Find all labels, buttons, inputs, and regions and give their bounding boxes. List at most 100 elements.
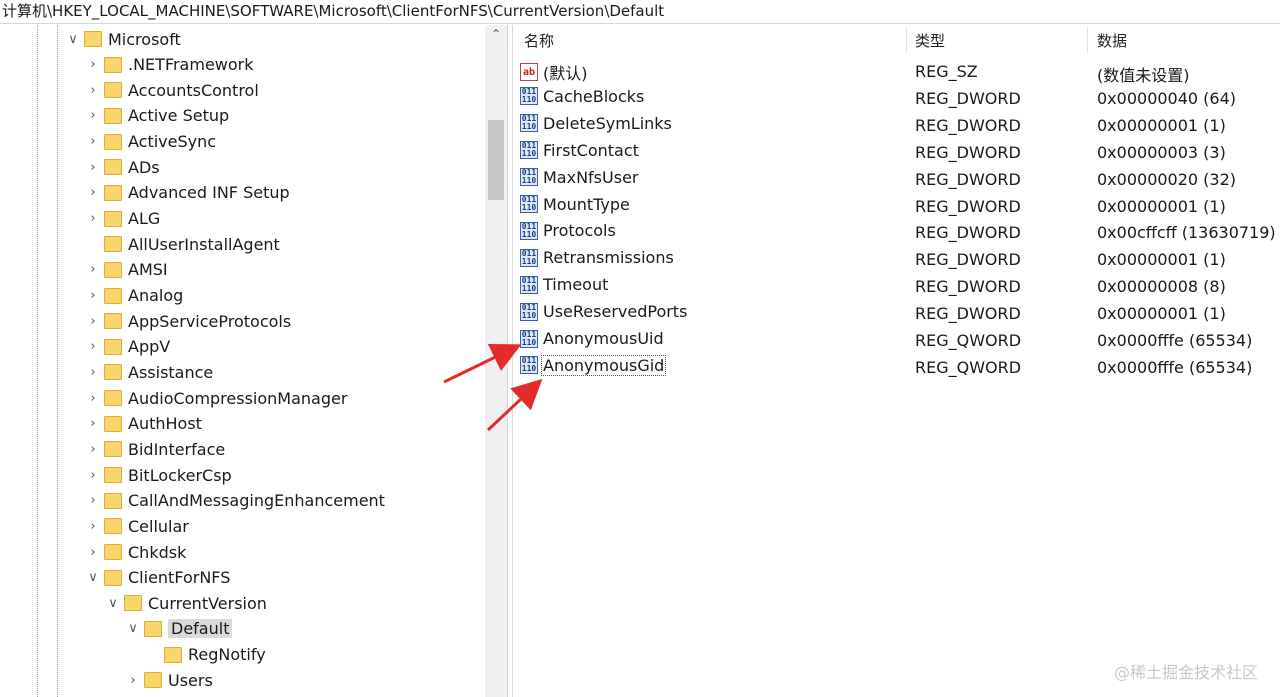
folder-icon: [104, 261, 122, 278]
value-row[interactable]: 011 110 AnonymousUid REG_QWORD 0x0000fffe (6…: [520, 327, 1280, 354]
value-name: 011 110 Retransmissions: [520, 248, 675, 267]
chevron-right-icon[interactable]: ›: [126, 673, 140, 688]
tree-node[interactable]: ∨ Default: [126, 617, 233, 641]
tree-node[interactable]: › Advanced INF Setup: [86, 181, 290, 205]
tree-scrollbar[interactable]: ⌃: [485, 25, 507, 697]
value-row[interactable]: ab (默认) REG_SZ (数值未设置): [520, 58, 1280, 85]
chevron-right-icon[interactable]: ›: [86, 83, 100, 98]
tree-node[interactable]: › BitLockerCsp: [86, 463, 231, 487]
value-name: 011 110 AnonymousGid: [520, 354, 667, 376]
tree-node-label: ClientForNFS: [128, 568, 231, 588]
value-row[interactable]: 011 110 Retransmissions REG_DWORD 0x00000001…: [520, 246, 1280, 273]
value-row[interactable]: 011 110 Timeout REG_DWORD 0x00000008 (8): [520, 273, 1280, 300]
tree-node[interactable]: ∨ CurrentVersion: [106, 591, 267, 615]
chevron-down-icon[interactable]: ∨: [66, 32, 80, 47]
tree-node[interactable]: › AuthHost: [86, 412, 202, 436]
chevron-right-icon[interactable]: ›: [86, 288, 100, 303]
tree-node[interactable]: › AMSI: [86, 258, 167, 282]
value-type: REG_SZ: [915, 62, 978, 81]
chevron-right-icon[interactable]: ›: [86, 160, 100, 175]
chevron-right-icon[interactable]: ›: [86, 185, 100, 200]
value-name: 011 110 AnonymousUid: [520, 329, 665, 348]
tree-node[interactable]: ∨ Microsoft: [66, 27, 181, 51]
chevron-right-icon[interactable]: ›: [86, 519, 100, 534]
tree-node-label: AppServiceProtocols: [128, 311, 292, 331]
chevron-right-icon[interactable]: ›: [86, 545, 100, 560]
chevron-right-icon[interactable]: ›: [86, 416, 100, 431]
tree-node[interactable]: › ADs: [86, 155, 160, 179]
folder-icon: [104, 364, 122, 381]
tree-node[interactable]: › Active Setup: [86, 104, 229, 128]
binary-value-icon: 011 110: [520, 168, 538, 187]
chevron-right-icon[interactable]: ›: [86, 391, 100, 406]
chevron-down-icon[interactable]: ∨: [106, 596, 120, 611]
binary-value-icon: 011 110: [520, 356, 538, 375]
tree-node[interactable]: › BidInterface: [86, 437, 225, 461]
value-data: 0x00000001 (1): [1097, 115, 1226, 135]
tree-node-label: .NETFramework: [128, 55, 254, 75]
tree-node-label: ADs: [128, 157, 160, 177]
value-name-text: FirstContact: [543, 140, 639, 160]
chevron-right-icon[interactable]: ›: [86, 365, 100, 380]
column-header-data[interactable]: 数据: [1097, 26, 1127, 56]
tree-node[interactable]: › ActiveSync: [86, 130, 216, 154]
chevron-right-icon[interactable]: ›: [86, 442, 100, 457]
tree-node-label: Advanced INF Setup: [128, 183, 290, 203]
tree-node[interactable]: › AccountsControl: [86, 78, 258, 102]
address-bar[interactable]: 计算机\HKEY_LOCAL_MACHINE\SOFTWARE\Microsof…: [0, 0, 1280, 24]
column-divider[interactable]: [1087, 27, 1088, 53]
tree-node[interactable]: › .NETFramework: [86, 53, 254, 77]
tree-node[interactable]: › ALG: [86, 207, 160, 231]
tree-guide-line: [57, 25, 58, 697]
tree-node[interactable]: › Users: [126, 668, 212, 692]
chevron-down-icon[interactable]: ∨: [126, 621, 140, 636]
value-type: REG_DWORD: [915, 88, 1021, 108]
scroll-up-icon[interactable]: ⌃: [485, 27, 507, 41]
chevron-down-icon[interactable]: ∨: [86, 570, 100, 585]
binary-value-icon: 011 110: [520, 248, 538, 267]
chevron-right-icon[interactable]: ›: [86, 57, 100, 72]
chevron-right-icon[interactable]: ›: [86, 493, 100, 508]
tree-node[interactable]: › AudioCompressionManager: [86, 386, 347, 410]
folder-icon: [104, 133, 122, 150]
tree-node[interactable]: · AllUserInstallAgent: [86, 232, 280, 256]
chevron-right-icon[interactable]: ›: [86, 468, 100, 483]
scrollbar-thumb[interactable]: [488, 120, 504, 200]
value-name-text: AnonymousGid: [540, 354, 667, 376]
chevron-right-icon[interactable]: ›: [86, 339, 100, 354]
chevron-right-icon[interactable]: ›: [86, 108, 100, 123]
value-row[interactable]: 011 110 AnonymousGid REG_QWORD 0x0000fffe (6…: [520, 354, 1280, 381]
value-row[interactable]: 011 110 FirstContact REG_DWORD 0x00000003 (3…: [520, 139, 1280, 166]
value-row[interactable]: 011 110 Protocols REG_DWORD 0x00cffcff (1363…: [520, 219, 1280, 246]
tree-node[interactable]: › Cellular: [86, 514, 188, 538]
chevron-right-icon[interactable]: ›: [86, 134, 100, 149]
chevron-right-icon[interactable]: ›: [86, 262, 100, 277]
value-name: 011 110 MaxNfsUser: [520, 168, 639, 187]
value-name-text: (默认): [543, 64, 588, 83]
tree-node[interactable]: · RegNotify: [146, 643, 266, 667]
tree-node[interactable]: › Analog: [86, 284, 183, 308]
column-divider[interactable]: [906, 27, 907, 53]
tree-node[interactable]: › AppV: [86, 335, 170, 359]
chevron-right-icon[interactable]: ›: [86, 314, 100, 329]
tree-node-label: Analog: [128, 286, 184, 305]
pane-splitter[interactable]: [507, 25, 513, 697]
chevron-right-icon[interactable]: ›: [86, 211, 100, 226]
column-header-name[interactable]: 名称: [524, 26, 554, 56]
tree-node[interactable]: ∨ ClientForNFS: [86, 566, 230, 590]
value-row[interactable]: 011 110 MountType REG_DWORD 0x00000001 (1): [520, 193, 1280, 220]
value-name-text: Timeout: [543, 275, 609, 295]
tree-node[interactable]: › Assistance: [86, 360, 213, 384]
value-data: 0x00000003 (3): [1097, 142, 1226, 162]
value-data: 0x00000040 (64): [1097, 88, 1237, 108]
folder-icon: [104, 518, 122, 535]
value-row[interactable]: 011 110 CacheBlocks REG_DWORD 0x00000040 (64…: [520, 85, 1280, 112]
value-row[interactable]: 011 110 MaxNfsUser REG_DWORD 0x00000020 (32): [520, 166, 1280, 193]
value-row[interactable]: 011 110 UseReservedPorts REG_DWORD 0x0000000…: [520, 300, 1280, 327]
value-row[interactable]: 011 110 DeleteSymLinks REG_DWORD 0x00000001 …: [520, 112, 1280, 139]
column-header-type[interactable]: 类型: [915, 26, 945, 56]
tree-node[interactable]: › CallAndMessagingEnhancement: [86, 489, 385, 513]
tree-node[interactable]: › Chkdsk: [86, 540, 186, 564]
tree-node[interactable]: › AppServiceProtocols: [86, 309, 291, 333]
value-data: 0x00000001 (1): [1097, 250, 1226, 270]
